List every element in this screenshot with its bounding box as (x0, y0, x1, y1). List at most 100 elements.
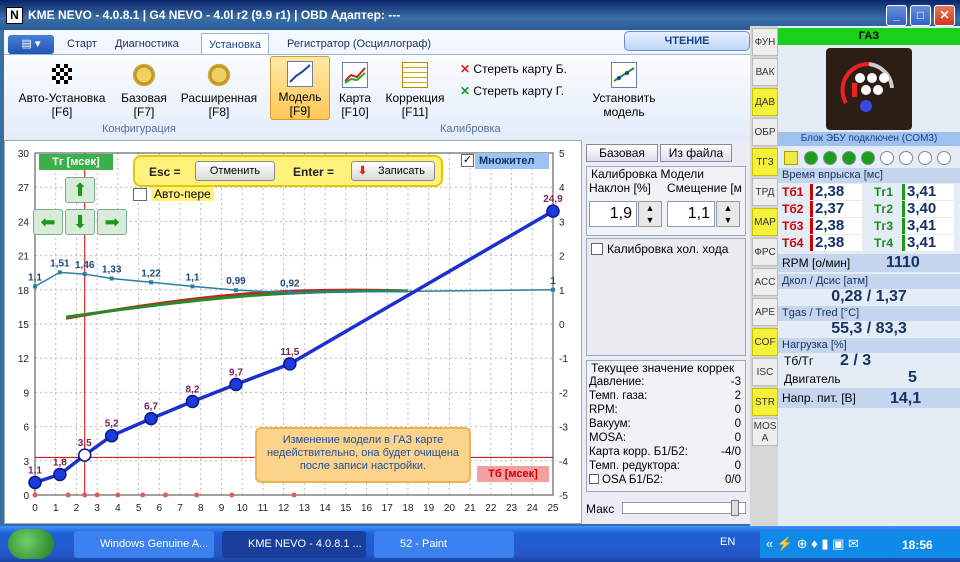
model-point[interactable] (546, 204, 560, 218)
strip-button-9[interactable]: АРЕ (752, 298, 778, 326)
minimize-button[interactable]: _ (886, 5, 907, 26)
led-indicator (823, 151, 837, 165)
idle-calib-label: Калибровка хол. хода (607, 242, 729, 256)
osa-checkbox[interactable] (589, 474, 599, 484)
model-point[interactable] (28, 475, 42, 490)
strip-button-2[interactable]: ДАВ (752, 88, 778, 116)
left-arrow-icon[interactable]: ⬅ (33, 209, 63, 235)
idle-calib-group: Калибровка хол. хода (586, 238, 746, 356)
correction-button[interactable]: Коррекция [F11] (380, 62, 450, 119)
erase-b-button[interactable]: ✕ Стереть карту Б. (460, 62, 590, 76)
tb-value: 2,37 (810, 201, 862, 217)
multiplier-label: 1,51 (50, 258, 70, 269)
slider-thumb[interactable] (731, 500, 739, 516)
erase-g-button[interactable]: ✕ Стереть карту Г. (460, 84, 590, 98)
cancel-button[interactable]: Отменить (195, 161, 275, 181)
save-button[interactable]: ⬇ Записать (351, 161, 435, 181)
function-strip: ФУН ВАК ДАВ ОБР ТГЗ ТРД МАР ФРС АСС АРЕ COF ISC STR M… (750, 26, 778, 526)
lang-indicator[interactable]: EN (720, 536, 735, 548)
strip-button-7[interactable]: ФРС (752, 238, 778, 266)
taskbar-item-genuine[interactable]: Windows Genuine A... (74, 531, 214, 558)
model-point-label: 1,1 (28, 465, 42, 476)
app-menu-button[interactable]: ▤ ▾ (8, 35, 54, 54)
group-config-label: Конфигурация (102, 123, 176, 135)
from-file-button[interactable]: Из файла (660, 144, 732, 162)
base-button[interactable]: Базовая [F7] (114, 62, 174, 119)
start-button[interactable] (8, 529, 54, 559)
model-point[interactable] (229, 377, 243, 392)
offset-spinner[interactable]: ▲ ▼ (716, 201, 740, 227)
close-button[interactable]: ✕ (934, 5, 955, 26)
clock: 18:56 (902, 538, 933, 552)
right-arrow-icon[interactable]: ➡ (97, 209, 127, 235)
voltage-value: 14,1 (890, 390, 922, 407)
tab-recorder[interactable]: Регистратор (Осциллограф) (280, 33, 438, 55)
auto-setup-button[interactable]: Авто-Установка [F6] (12, 62, 112, 119)
strip-button-4[interactable]: ТГЗ (752, 148, 778, 176)
model-point[interactable] (185, 394, 200, 409)
base-calib-button[interactable]: Базовая (586, 144, 658, 162)
strip-button-0[interactable]: ФУН (752, 28, 778, 56)
led-indicator (899, 151, 913, 165)
strip-button-3[interactable]: ОБР (752, 118, 778, 146)
offset-input[interactable]: 1,1 (667, 201, 715, 227)
model-point[interactable] (144, 411, 158, 426)
slope-spinner[interactable]: ▲ ▼ (638, 201, 662, 227)
model-point[interactable] (104, 428, 119, 443)
strip-button-5[interactable]: ТРД (752, 178, 778, 206)
ribbon: ▤ ▾ Старт Диагностика Установка Регистра… (4, 30, 750, 140)
idle-calib-checkbox[interactable] (591, 243, 603, 255)
model-point-label: 8,2 (186, 385, 200, 396)
down-arrow-icon[interactable]: ⬇ (65, 209, 95, 235)
strip-button-12[interactable]: STR (752, 388, 778, 416)
y2-tick-label: 2 (559, 252, 565, 263)
corr-row: Давление: -3 (589, 376, 745, 390)
up-arrow-icon[interactable]: ⬆ (65, 177, 95, 203)
model-point[interactable] (53, 467, 67, 482)
corr-row: RPM: 0 (589, 404, 745, 418)
model-button[interactable]: Модель [F9] (270, 56, 330, 120)
model-point-label: 9,7 (229, 367, 243, 378)
read-button[interactable]: ЧТЕНИЕ (624, 31, 750, 51)
set-model-button[interactable]: Установить модель (584, 62, 664, 119)
taskbar-item-kme[interactable]: KME NEVO - 4.0.8.1 ... (222, 531, 366, 558)
multiplier-checkbox[interactable]: ✓ (461, 154, 474, 167)
window-title: KME NEVO - 4.0.8.1 | G4 NEVO - 4.0l r2 (… (28, 8, 401, 22)
maximize-button[interactable]: □ (910, 5, 931, 26)
map-button[interactable]: Карта [F10] (332, 62, 378, 119)
strip-button-13[interactable]: MOS A (752, 418, 778, 446)
tb-marker (115, 492, 121, 498)
y2-tick-label: -4 (559, 457, 568, 468)
tray-icons[interactable]: « ⚡ ⊕ ♦ ▮ ▣ ✉ (766, 536, 859, 552)
strip-button-10[interactable]: COF (752, 328, 778, 356)
corr-row-label: Темп. редуктора: (589, 460, 680, 472)
max-slider[interactable] (622, 500, 746, 516)
strip-button-1[interactable]: ВАК (752, 58, 778, 86)
x-tick-label: 1 (53, 503, 59, 514)
tb-marker (163, 492, 169, 498)
tab-diagnostics[interactable]: Диагностика (108, 33, 186, 55)
model-point[interactable] (283, 357, 297, 371)
strip-button-11[interactable]: ISC (752, 358, 778, 386)
slope-input[interactable]: 1,9 (589, 201, 637, 227)
strip-button-8[interactable]: АСС (752, 268, 778, 296)
multiplier-label: 1 (550, 276, 556, 287)
y2-tick-label: -5 (559, 491, 568, 502)
x-tick-label: 6 (157, 503, 163, 514)
model-point-label: 5,2 (105, 419, 119, 430)
tab-start[interactable]: Старт (60, 33, 104, 55)
corr-row-value: 0 (734, 418, 741, 430)
corr-row: MOSA: 0 (589, 432, 745, 446)
corr-row: OSA Б1/Б2: 0/0 (589, 474, 745, 488)
tab-setup[interactable]: Установка (201, 33, 269, 55)
tg-label: Тг4 (874, 236, 894, 250)
enter-label: Enter = (293, 165, 335, 179)
model-point[interactable] (77, 448, 92, 462)
strip-button-6[interactable]: МАР (752, 208, 778, 236)
model-chart-panel[interactable]: 0 1 2 3 4 5 6 7 8 9 10 11 12 13 14 15 16 17 18 19 20 21 22 23 24… (4, 140, 582, 524)
y2-tick-label: -1 (559, 354, 568, 365)
taskbar-item-paint[interactable]: 52 - Paint (374, 531, 514, 558)
gear-icon (131, 62, 157, 88)
extended-button[interactable]: Расширенная [F8] (176, 62, 262, 119)
auto-checkbox[interactable] (133, 188, 147, 201)
